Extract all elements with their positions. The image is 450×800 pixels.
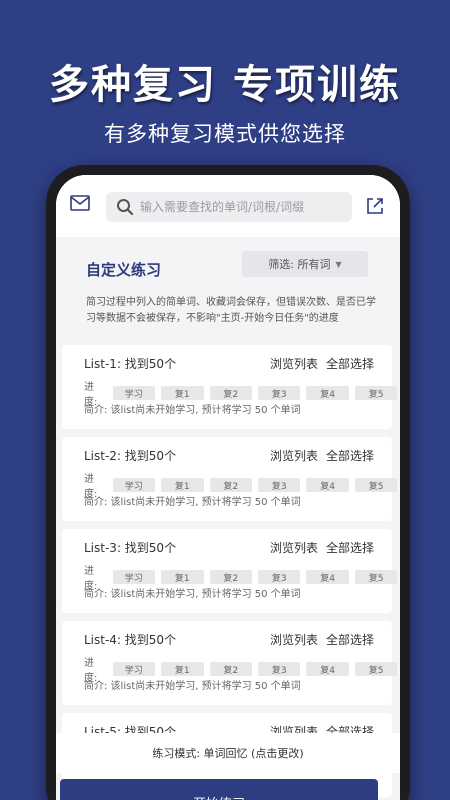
stage-chip: 复4 (306, 570, 349, 584)
browse-list-button[interactable]: 浏览列表 (270, 447, 318, 464)
browse-list-button[interactable]: 浏览列表 (270, 539, 318, 556)
practice-mode-label: 练习模式: 单词回忆 (点击更改) (152, 747, 304, 760)
stage-chip: 复4 (306, 478, 349, 492)
select-all-button[interactable]: 全部选择 (326, 355, 374, 372)
list-card: List-4: 找到50个 浏览列表 全部选择 进度: 学习 复1 复2 复3 … (62, 621, 398, 705)
list-summary: 简介: 该list尚未开始学习, 预计将学习 50 个单词 (84, 405, 301, 416)
stage-chip: 复5 (354, 662, 398, 676)
search-box[interactable] (106, 192, 352, 222)
stage-chip: 复4 (306, 662, 349, 676)
stage-chip: 学习 (112, 662, 156, 676)
stage-chip: 复4 (306, 386, 349, 400)
select-all-button[interactable]: 全部选择 (326, 539, 374, 556)
search-icon (116, 198, 134, 216)
filter-dropdown[interactable]: 筛选: 所有词 ▼ (242, 251, 368, 277)
select-all-button[interactable]: 全部选择 (326, 447, 374, 464)
stage-chip: 复3 (257, 478, 301, 492)
list-summary: 简介: 该list尚未开始学习, 预计将学习 50 个单词 (84, 681, 301, 692)
list-summary: 简介: 该list尚未开始学习, 预计将学习 50 个单词 (84, 497, 301, 508)
stage-chip: 复3 (257, 570, 301, 584)
stage-chip: 复2 (209, 662, 252, 676)
stage-chip: 复1 (161, 662, 204, 676)
stage-chip: 复3 (257, 662, 301, 676)
search-input[interactable] (140, 192, 348, 222)
mail-icon[interactable] (70, 195, 90, 211)
stage-chip: 复5 (354, 478, 398, 492)
list-card: List-1: 找到50个 浏览列表 全部选择 进度: 学习 复1 复2 复3 … (62, 345, 398, 429)
browse-list-button[interactable]: 浏览列表 (270, 355, 318, 372)
list-card: List-3: 找到50个 浏览列表 全部选择 进度: 学习 复1 复2 复3 … (62, 529, 398, 613)
stage-chip: 复5 (354, 386, 398, 400)
stage-chip: 学习 (112, 478, 156, 492)
app-screen: 自定义练习 筛选: 所有词 ▼ 简习过程中列入的简单词、收藏词会保存，但错误次数… (56, 175, 400, 800)
list-summary: 简介: 该list尚未开始学习, 预计将学习 50 个单词 (84, 589, 301, 600)
stage-chip: 复2 (209, 570, 252, 584)
top-bar (56, 175, 400, 237)
page-title: 自定义练习 (86, 261, 162, 279)
stage-chip: 复5 (354, 570, 398, 584)
browse-list-button[interactable]: 浏览列表 (270, 631, 318, 648)
list-title: List-4: 找到50个 (84, 633, 177, 647)
list-title: List-3: 找到50个 (84, 541, 177, 555)
stage-chip: 学习 (112, 386, 156, 400)
share-icon[interactable] (366, 197, 384, 215)
stage-chip: 复3 (257, 386, 301, 400)
stage-chip: 学习 (112, 570, 156, 584)
stage-chip: 复1 (161, 386, 204, 400)
list-title: List-2: 找到50个 (84, 449, 177, 463)
chevron-down-icon: ▼ (335, 259, 342, 269)
stage-chip: 复2 (209, 386, 252, 400)
promo-headline: 多种复习 专项训练 (49, 62, 401, 108)
filter-label: 筛选: 所有词 (268, 258, 331, 271)
list-card: List-2: 找到50个 浏览列表 全部选择 进度: 学习 复1 复2 复3 … (62, 437, 398, 521)
stage-chip: 复1 (161, 570, 204, 584)
practice-mode-selector[interactable]: 练习模式: 单词回忆 (点击更改) (56, 733, 400, 773)
stage-chip: 复1 (161, 478, 204, 492)
promo-subline: 有多种复习模式供您选择 (104, 122, 346, 146)
select-all-button[interactable]: 全部选择 (326, 631, 374, 648)
stage-chip: 复2 (209, 478, 252, 492)
intro-text: 简习过程中列入的简单词、收藏词会保存，但错误次数、是否已学习等数据不会被保存，不… (86, 297, 376, 324)
start-practice-button[interactable]: 开始练习 (60, 779, 378, 800)
list-title: List-1: 找到50个 (84, 357, 177, 371)
phone-frame: 自定义练习 筛选: 所有词 ▼ 简习过程中列入的简单词、收藏词会保存，但错误次数… (46, 165, 410, 800)
